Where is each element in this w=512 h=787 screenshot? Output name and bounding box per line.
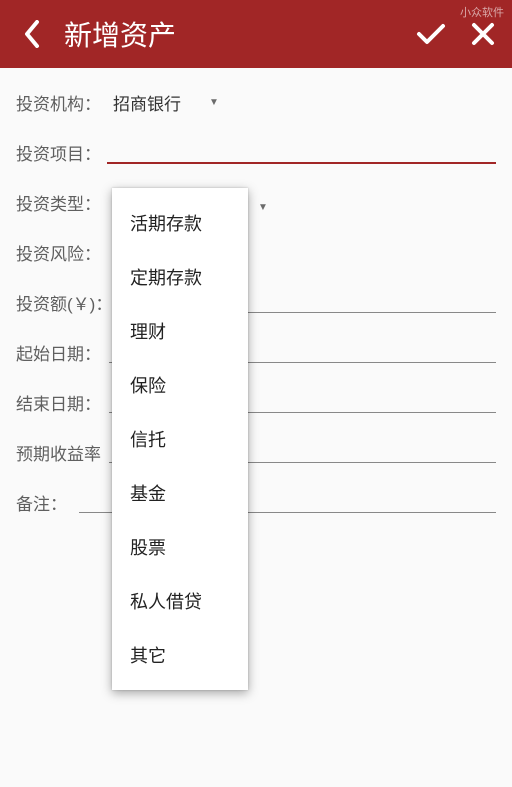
chevron-left-icon — [23, 20, 41, 48]
label-type: 投资类型： — [16, 190, 101, 215]
header-actions — [414, 17, 500, 51]
row-start-date: 起始日期： — [16, 338, 496, 366]
institution-select[interactable]: 招商银行 ▼ — [107, 90, 219, 115]
institution-value: 招商银行 — [113, 90, 181, 115]
dropdown-item[interactable]: 保险 — [112, 358, 248, 412]
page-title: 新增资产 — [64, 14, 176, 54]
dropdown-item[interactable]: 基金 — [112, 466, 248, 520]
label-yield: 预期收益率 — [16, 440, 101, 465]
back-button[interactable] — [12, 14, 52, 54]
row-amount: 投资额(￥)： — [16, 288, 496, 316]
label-end-date: 结束日期： — [16, 390, 101, 415]
label-remark: 备注： — [16, 490, 67, 515]
label-amount: 投资额(￥)： — [16, 290, 112, 315]
dropdown-item[interactable]: 其它 — [112, 628, 248, 682]
row-institution: 投资机构： 招商银行 ▼ — [16, 88, 496, 116]
watermark-text: 小众软件 — [460, 4, 504, 20]
label-institution: 投资机构： — [16, 90, 101, 115]
dropdown-item[interactable]: 定期存款 — [112, 250, 248, 304]
close-icon — [471, 22, 495, 46]
row-end-date: 结束日期： — [16, 388, 496, 416]
chevron-down-icon: ▼ — [258, 202, 268, 213]
check-icon — [416, 22, 446, 46]
dropdown-item[interactable]: 私人借贷 — [112, 574, 248, 628]
label-project: 投资项目： — [16, 140, 101, 165]
label-start-date: 起始日期： — [16, 340, 101, 365]
cancel-button[interactable] — [466, 17, 500, 51]
row-project: 投资项目： — [16, 138, 496, 166]
project-input[interactable] — [107, 140, 496, 164]
row-type: 投资类型： — [16, 188, 496, 216]
dropdown-item[interactable]: 活期存款 — [112, 196, 248, 250]
row-yield: 预期收益率 — [16, 438, 496, 466]
row-remark: 备注： — [16, 488, 496, 516]
asset-form: 投资机构： 招商银行 ▼ 投资项目： 投资类型： 投资风险： 投资额(￥)： 起… — [0, 68, 512, 516]
dropdown-item[interactable]: 股票 — [112, 520, 248, 574]
type-dropdown-menu: 活期存款 定期存款 理财 保险 信托 基金 股票 私人借贷 其它 — [112, 188, 248, 690]
label-risk: 投资风险： — [16, 240, 101, 265]
row-risk: 投资风险： — [16, 238, 496, 266]
confirm-button[interactable] — [414, 17, 448, 51]
app-header: 新增资产 小众软件 — [0, 0, 512, 68]
chevron-down-icon: ▼ — [209, 97, 219, 108]
dropdown-item[interactable]: 信托 — [112, 412, 248, 466]
dropdown-item[interactable]: 理财 — [112, 304, 248, 358]
